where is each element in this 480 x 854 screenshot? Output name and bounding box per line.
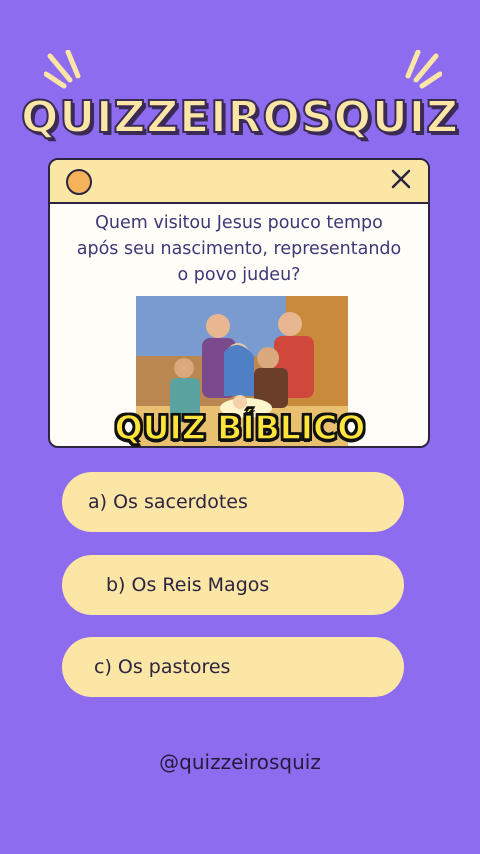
option-b-button[interactable]: b) Os Reis Magos <box>62 555 404 615</box>
social-handle: @quizzeirosquiz <box>159 750 321 774</box>
window-dot-icon <box>66 169 92 195</box>
page-title: QUIZZEIROSQUIZ <box>20 91 460 144</box>
card-title-bar <box>50 160 428 204</box>
option-b-label: b) Os Reis Magos <box>106 574 270 596</box>
quiz-badge: QUIZ BÍBLICO <box>114 407 366 448</box>
question-card: Quem visitou Jesus pouco tempo após seu … <box>48 158 430 448</box>
option-a-label: a) Os sacerdotes <box>88 491 248 513</box>
burst-left-icon <box>44 50 81 89</box>
option-c-button[interactable]: c) Os pastores <box>62 637 404 697</box>
question-text: Quem visitou Jesus pouco tempo após seu … <box>76 213 402 285</box>
option-c-label: c) Os pastores <box>94 656 231 678</box>
close-icon[interactable] <box>388 166 414 192</box>
option-a-button[interactable]: a) Os sacerdotes <box>62 472 404 532</box>
burst-right-icon <box>405 50 442 89</box>
